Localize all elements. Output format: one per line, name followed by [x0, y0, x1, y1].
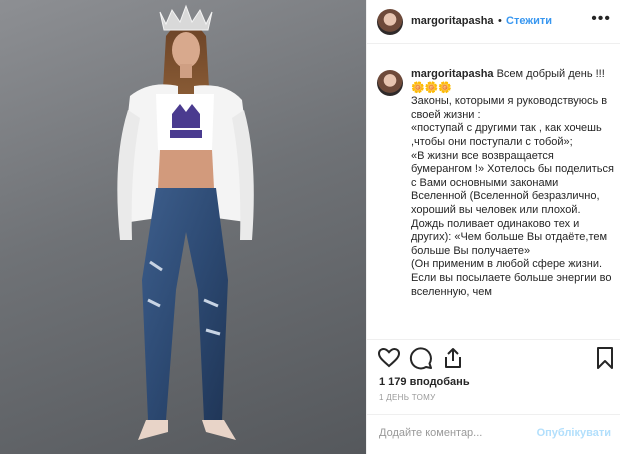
caption-avatar[interactable]: [377, 70, 403, 96]
model-illustration: [117, 4, 254, 440]
caption-line: «В жизни все возвращается бумерангом !» …: [411, 149, 614, 257]
caption-line: «поступай с другими так , как хочешь ,чт…: [411, 122, 602, 148]
action-bar: [367, 339, 620, 375]
instagram-post: margoritapasha • Стежити ••• margoritapa…: [0, 0, 620, 454]
caption-line: Законы, которыми я руководствуюсь в свое…: [411, 95, 608, 121]
more-dots-icon[interactable]: •••: [591, 10, 611, 28]
caption: margoritapasha Всем добрый день !!!🌼🌼🌼 З…: [367, 60, 620, 332]
follow-button[interactable]: Стежити: [506, 15, 552, 27]
share-icon[interactable]: [441, 346, 465, 370]
comment-input[interactable]: [379, 427, 549, 439]
comment-bar: Опублікувати: [367, 414, 620, 454]
heart-icon[interactable]: [377, 346, 401, 370]
header-username[interactable]: margoritapasha: [411, 15, 494, 27]
avatar[interactable]: [377, 9, 403, 35]
comment-icon[interactable]: [409, 346, 433, 370]
post-header: margoritapasha • Стежити •••: [367, 0, 620, 44]
caption-line: (Он применим в любой сфере жизни. Если в…: [411, 258, 612, 298]
caption-username[interactable]: margoritapasha: [411, 68, 494, 80]
caption-text: margoritapasha Всем добрый день !!!🌼🌼🌼 З…: [411, 68, 615, 299]
caption-fade: [367, 322, 620, 332]
bookmark-icon[interactable]: [593, 346, 617, 370]
post-sidebar: margoritapasha • Стежити ••• margoritapa…: [366, 0, 620, 454]
post-timestamp[interactable]: 1 ДЕНЬ ТОМУ: [379, 393, 435, 402]
post-photo[interactable]: [0, 0, 366, 454]
likes-count[interactable]: 1 179 вподобань: [379, 376, 470, 388]
post-comment-button[interactable]: Опублікувати: [537, 427, 611, 439]
header-separator: •: [498, 15, 502, 27]
